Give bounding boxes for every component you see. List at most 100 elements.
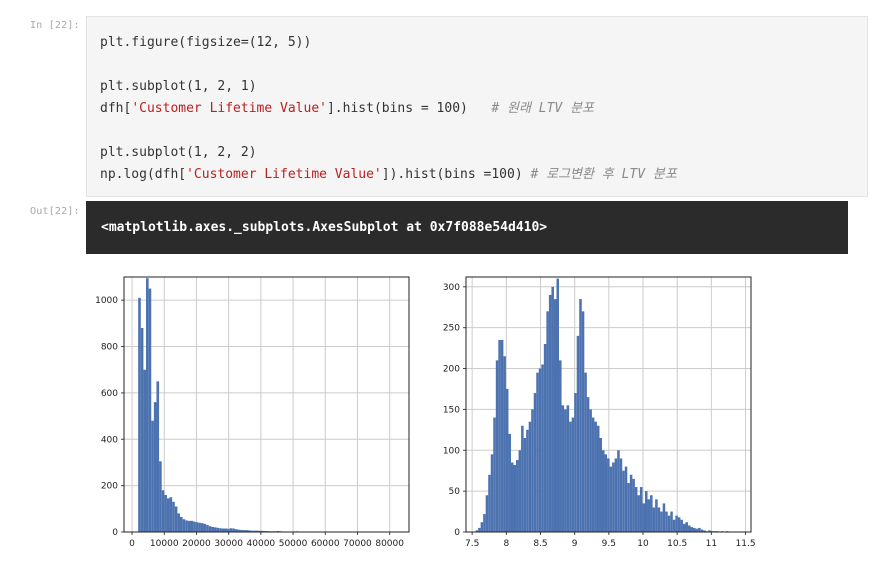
histogram-bar — [564, 409, 567, 532]
histogram-bar — [553, 299, 557, 532]
histogram-bar — [510, 462, 514, 532]
histogram-bar — [665, 511, 668, 532]
histogram-bar — [182, 519, 186, 532]
histogram-bar — [634, 487, 638, 532]
histogram-bar — [559, 360, 562, 532]
histogram-bar — [526, 429, 529, 532]
histogram-bar — [660, 511, 663, 532]
histogram-bar — [650, 495, 653, 532]
y-tick-label: 50 — [449, 487, 461, 497]
histogram-bar — [140, 328, 144, 532]
histogram-bar — [521, 425, 524, 532]
histogram-bar — [536, 372, 539, 532]
histogram-bar — [533, 393, 537, 532]
histogram-bar — [579, 299, 582, 532]
histogram-bar — [485, 495, 489, 532]
histogram-bar — [627, 482, 630, 532]
histogram-bar — [216, 527, 220, 532]
histogram-bar — [488, 474, 491, 532]
histogram-bar — [151, 420, 154, 532]
y-tick-label: 0 — [454, 528, 460, 538]
histogram-bar — [614, 458, 618, 532]
histogram-bar — [143, 369, 147, 532]
histogram-bar — [682, 523, 686, 532]
y-tick-label: 800 — [101, 343, 118, 353]
histogram-bar — [503, 356, 506, 532]
histogram-right: 7.5 8 8.5 9 9.5 10 10.5 11 11.5 0 50 100 150 200 250 30… — [443, 276, 756, 549]
y-tick-label: 400 — [101, 435, 118, 445]
histogram-bar — [159, 461, 162, 532]
histogram-bar — [639, 487, 643, 532]
histogram-bar — [599, 438, 603, 532]
histogram-bar — [617, 450, 620, 532]
histogram-bar — [187, 520, 191, 532]
x-tick-label: 70000 — [343, 539, 372, 549]
histogram-figure: 0 10000 20000 30000 40000 50000 60000 70000 8000… — [95, 276, 756, 549]
histogram-bar — [569, 421, 572, 532]
histogram-bar — [680, 519, 683, 532]
histogram-bar — [508, 433, 511, 532]
x-tick-label: 9 — [572, 539, 578, 549]
histogram-bar — [138, 297, 141, 532]
histogram-bar — [190, 520, 194, 532]
histogram-bar — [619, 458, 623, 532]
histogram-bar — [232, 528, 235, 532]
histogram-bar — [156, 381, 160, 532]
histogram-bar — [164, 494, 167, 532]
histogram-bar — [161, 490, 165, 532]
histogram-bar — [624, 466, 628, 532]
x-tick-label: 10.5 — [667, 539, 687, 549]
histogram-bar — [687, 525, 691, 532]
histogram-bar — [586, 397, 590, 532]
histogram-bar — [602, 450, 605, 532]
x-tick-label: 20000 — [182, 539, 211, 549]
histogram-bar — [177, 513, 181, 532]
histogram-bar — [224, 528, 228, 532]
histogram-bar — [584, 372, 587, 532]
histogram-bar — [148, 288, 152, 532]
histogram-bar — [652, 507, 656, 532]
histogram-bar — [193, 521, 196, 532]
x-tick-label: 30000 — [214, 539, 243, 549]
y-tick-label: 1000 — [95, 296, 118, 306]
histogram-bar — [214, 527, 217, 532]
histogram-bar — [531, 409, 534, 532]
x-tick-label: 50000 — [279, 539, 308, 549]
y-tick-label: 250 — [443, 324, 460, 334]
histogram-bar — [483, 514, 486, 532]
histogram-bar — [480, 522, 484, 532]
histogram-bar — [604, 454, 608, 532]
histogram-bar — [153, 402, 157, 532]
histogram-bar — [518, 450, 522, 532]
histogram-bar — [543, 344, 547, 532]
histogram-bar — [698, 527, 701, 532]
x-tick-label: 7.5 — [465, 539, 479, 549]
histogram-bar — [594, 421, 597, 532]
histogram-bar — [538, 368, 542, 532]
histogram-bar — [637, 495, 640, 532]
histogram-bar — [211, 526, 215, 532]
histogram-bar — [166, 498, 170, 532]
x-tick-label: 11.5 — [736, 539, 756, 549]
histogram-bar — [198, 522, 201, 532]
y-tick-label: 600 — [101, 389, 118, 399]
histogram-bar — [612, 462, 615, 532]
histogram-bar — [221, 528, 225, 532]
histogram-bar — [490, 454, 494, 532]
histogram-bar — [662, 503, 666, 532]
histogram-bar — [551, 286, 554, 532]
histogram-bar — [169, 497, 173, 532]
histogram-bar — [208, 526, 212, 532]
histogram-bar — [690, 527, 694, 532]
histogram-bar — [195, 522, 199, 532]
histogram-bar — [513, 464, 517, 532]
x-tick-label: 8 — [503, 539, 509, 549]
histogram-bar — [561, 405, 565, 532]
histogram-bar — [629, 474, 633, 532]
histogram-bar — [677, 517, 681, 532]
histogram-bar — [609, 466, 613, 532]
y-tick-label: 200 — [101, 482, 118, 492]
histogram-bar — [571, 417, 575, 532]
histogram-bar — [505, 388, 509, 532]
histogram-bar — [622, 470, 625, 532]
